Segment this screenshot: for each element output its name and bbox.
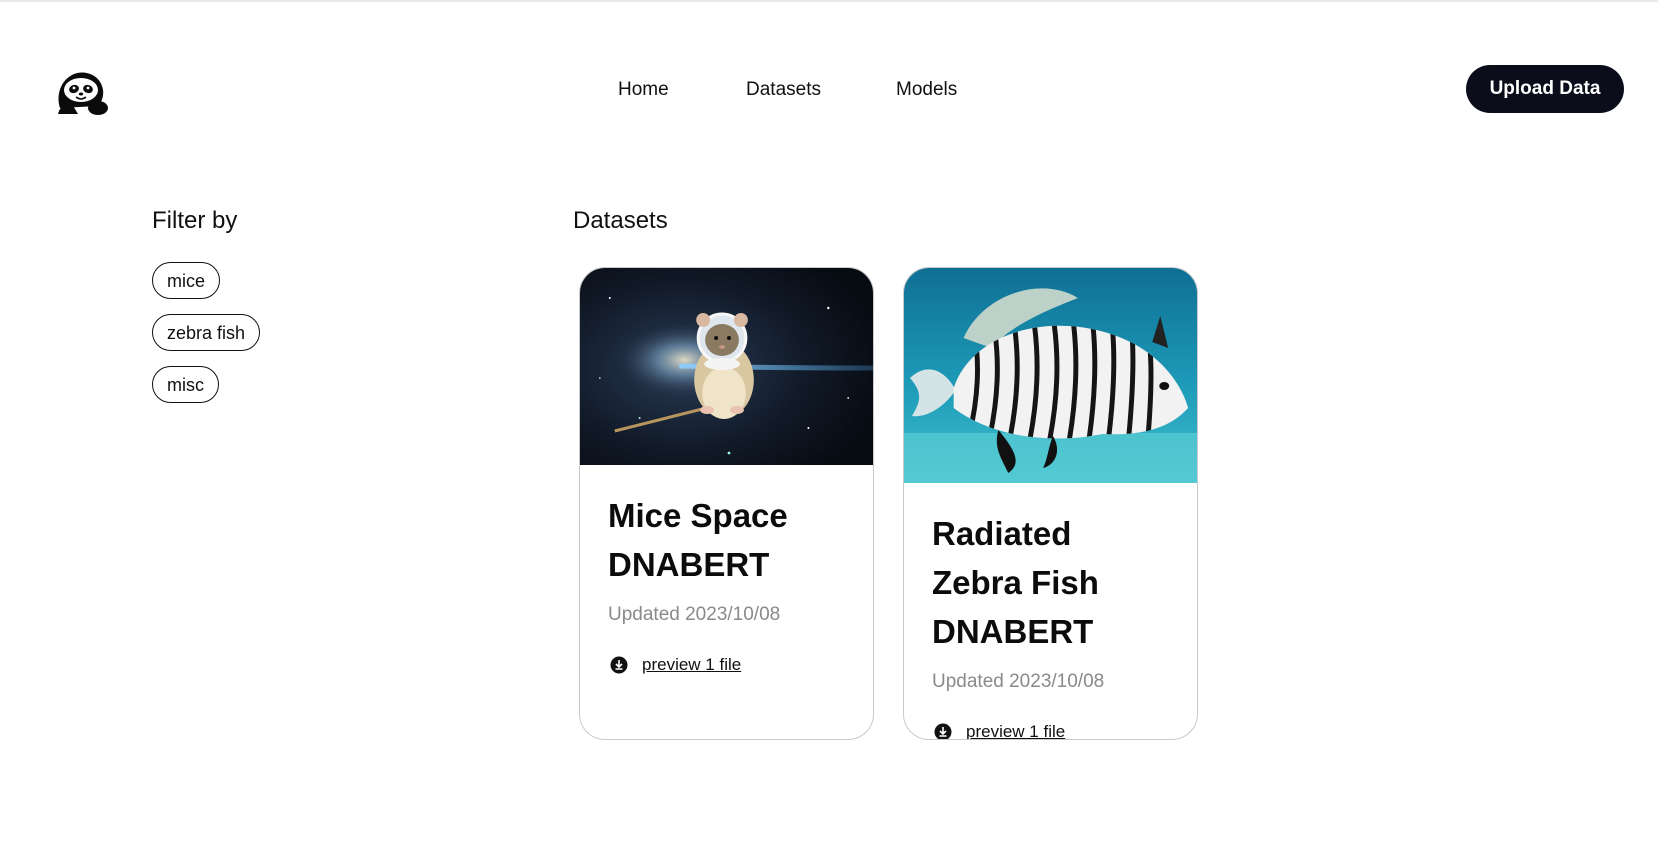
zebra-fish-image — [904, 268, 1197, 483]
card-body: Mice Space DNABERT Updated 2023/10/08 pr… — [580, 465, 873, 677]
card-preview-row: preview 1 file — [608, 653, 845, 677]
card-title[interactable]: Radiated Zebra Fish DNABERT — [932, 509, 1169, 656]
dataset-card-mice-space[interactable]: Mice Space DNABERT Updated 2023/10/08 pr… — [579, 267, 874, 740]
page: Home Datasets Models Upload Data Filter … — [0, 0, 1658, 865]
card-preview-row: preview 1 file — [932, 720, 1169, 739]
card-updated-date: Updated 2023/10/08 — [608, 604, 781, 625]
filter-chip-zebra-fish[interactable]: zebra fish — [152, 314, 261, 351]
card-body: Radiated Zebra Fish DNABERT Updated 2023… — [904, 483, 1197, 739]
nav-home-link[interactable]: Home — [618, 76, 669, 104]
download-circle-icon — [610, 656, 628, 674]
datasets-title: Datasets — [573, 207, 668, 234]
main-nav: Home Datasets Models — [0, 76, 1658, 104]
filter-chip-mice[interactable]: mice — [152, 262, 221, 299]
filter-chip-misc[interactable]: misc — [152, 366, 219, 403]
upload-data-button[interactable]: Upload Data — [1466, 65, 1624, 113]
filter-title: Filter by — [152, 207, 238, 234]
nav-models-link[interactable]: Models — [896, 76, 957, 104]
dataset-card-zebra-fish[interactable]: Radiated Zebra Fish DNABERT Updated 2023… — [903, 267, 1198, 740]
card-title[interactable]: Mice Space DNABERT — [608, 491, 845, 589]
mouse-astronaut-image — [580, 268, 873, 465]
download-circle-icon — [934, 723, 952, 739]
card-updated-date: Updated 2023/10/08 — [932, 671, 1105, 692]
preview-file-link[interactable]: preview 1 file — [642, 655, 741, 675]
preview-file-link[interactable]: preview 1 file — [966, 722, 1065, 739]
nav-datasets-link[interactable]: Datasets — [746, 76, 821, 104]
